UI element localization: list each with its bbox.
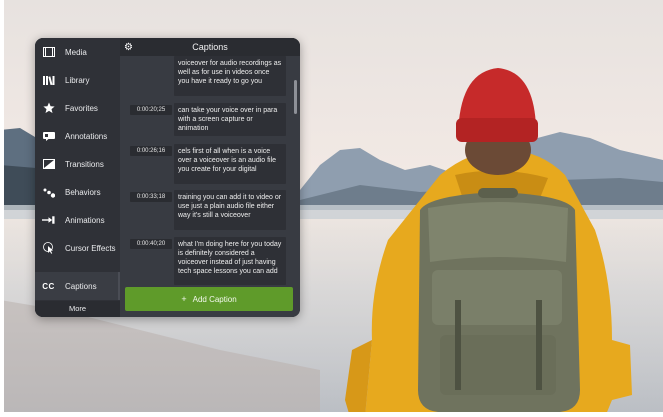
caption-text[interactable]: voiceover for audio recordings as well a… xyxy=(174,56,286,96)
sidebar-item-label: Cursor Effects xyxy=(65,243,116,253)
plus-icon: + xyxy=(181,294,187,304)
caption-timestamp[interactable]: 0:00:26;16 xyxy=(130,146,172,156)
sidebar-item-transitions[interactable]: Transitions xyxy=(35,150,120,178)
sidebar-item-cursor-effects[interactable]: Cursor Effects xyxy=(35,234,120,262)
editor-panel: Media Library Favorites Annotations Tran… xyxy=(35,38,300,317)
caption-text[interactable]: can take your voice over in para with a … xyxy=(174,103,286,136)
sidebar-item-library[interactable]: Library xyxy=(35,66,120,94)
more-button[interactable]: More xyxy=(35,301,120,317)
caption-text[interactable]: cels first of all when is a voice over a… xyxy=(174,144,286,184)
caption-list[interactable]: voiceover for audio recordings as well a… xyxy=(120,56,300,285)
captions-panel: ⚙ Captions voiceover for audio recording… xyxy=(120,38,300,317)
scrollbar-thumb[interactable] xyxy=(294,80,297,114)
sidebar-item-captions[interactable]: CC Captions xyxy=(35,272,120,300)
sidebar-item-annotations[interactable]: Annotations xyxy=(35,122,120,150)
sidebar-item-label: Media xyxy=(65,47,87,57)
caption-text[interactable]: what I'm doing here for you today is def… xyxy=(174,237,286,285)
panel-title: Captions xyxy=(192,42,228,52)
add-caption-label: Add Caption xyxy=(192,294,237,304)
star-icon xyxy=(42,102,55,114)
film-icon xyxy=(42,47,55,58)
caption-timestamp[interactable]: 0:00:33;18 xyxy=(130,192,172,202)
add-caption-button[interactable]: + Add Caption xyxy=(125,287,293,311)
sidebar-item-behaviors[interactable]: Behaviors xyxy=(35,178,120,206)
sidebar-item-animations[interactable]: Animations xyxy=(35,206,120,234)
gear-icon[interactable]: ⚙ xyxy=(124,42,138,53)
cc-icon: CC xyxy=(42,281,55,291)
behaviors-icon xyxy=(42,187,55,198)
caption-text[interactable]: training you can add it to video or use … xyxy=(174,190,286,230)
captions-header: ⚙ Captions xyxy=(120,38,300,56)
sidebar-item-label: Annotations xyxy=(65,131,108,141)
library-icon xyxy=(42,75,55,86)
cursor-icon xyxy=(42,242,55,254)
sidebar-item-media[interactable]: Media xyxy=(35,38,120,66)
image-border-bottom xyxy=(0,412,663,417)
animation-icon xyxy=(42,215,55,226)
tools-sidebar: Media Library Favorites Annotations Tran… xyxy=(35,38,120,317)
image-border-left xyxy=(0,0,4,417)
caption-timestamp[interactable]: 0:00:20;25 xyxy=(130,105,172,115)
sidebar-item-label: Animations xyxy=(65,215,105,225)
sidebar-item-label: Library xyxy=(65,75,90,85)
annotation-icon xyxy=(42,131,55,142)
sidebar-item-label: Favorites xyxy=(65,103,98,113)
caption-timestamp[interactable]: 0:00:40;20 xyxy=(130,239,172,249)
sidebar-item-label: Behaviors xyxy=(65,187,101,197)
sidebar-item-label: Transitions xyxy=(65,159,104,169)
sidebar-item-favorites[interactable]: Favorites xyxy=(35,94,120,122)
sidebar-item-label: Captions xyxy=(65,281,97,291)
transition-icon xyxy=(42,159,55,170)
